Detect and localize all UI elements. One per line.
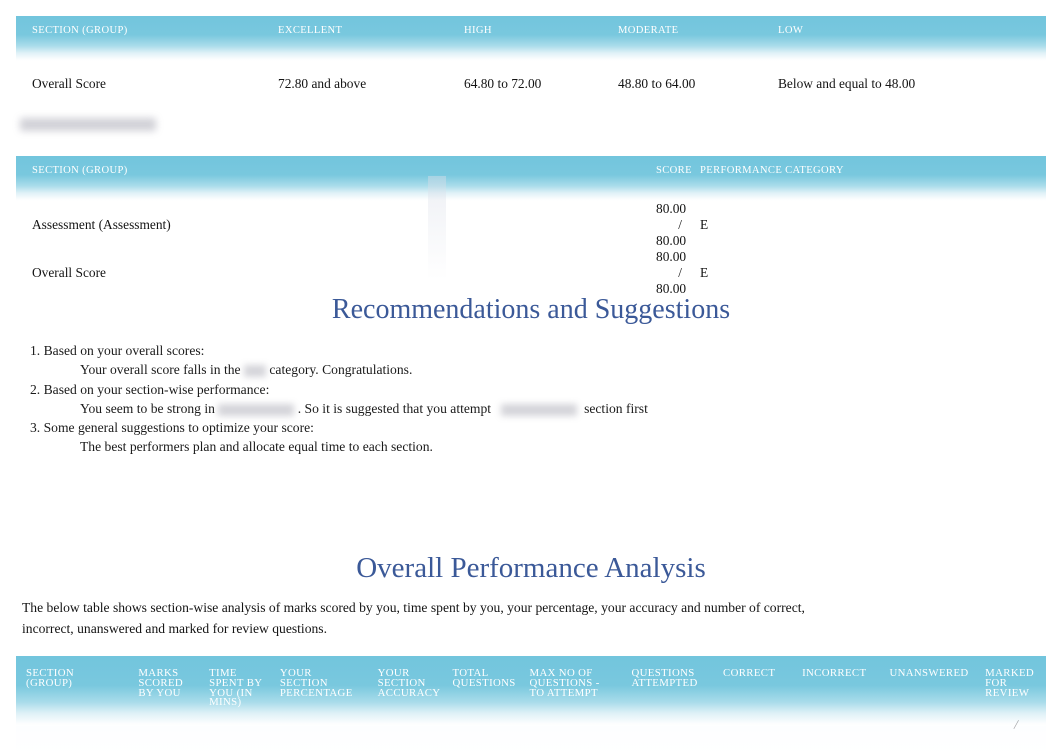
recommendation-heading: 3. Some general suggestions to optimize … (22, 418, 1002, 437)
recommendation-text-after: . So it is suggested that you attempt (297, 400, 492, 416)
col-header-low: LOW (778, 16, 1046, 61)
col-header-incorrect: INCORRECT (792, 656, 880, 727)
col-header-marked-for-review: MARKED FOR REVIEW (975, 656, 1046, 727)
cell-score: 80.00 / 80.00 (656, 201, 692, 249)
cell-section-group: Overall Score (16, 61, 278, 107)
col-header-moderate: MODERATE (618, 16, 778, 61)
cell-excellent: 72.80 and above (278, 61, 464, 107)
col-header-your-section-percentage: YOUR SECTION PERCENTAGE (269, 656, 368, 727)
recommendation-heading-text: Some general suggestions to optimize you… (43, 420, 314, 436)
cell-section-group (16, 726, 129, 751)
section-score-table-header-row: SECTION (GROUP) SCORE PERFORMANCE CATEGO… (16, 156, 1046, 201)
cell-marks-scored-by-you (128, 726, 200, 751)
recommendation-heading: 1. Based on your overall scores: (22, 341, 1002, 360)
page-title-overall-performance-analysis: Overall Performance Analysis (356, 552, 706, 584)
cell-max-no-of-questions-to-attempt (519, 726, 622, 751)
col-header-score: SCORE (656, 156, 692, 201)
redacted-category-value (243, 365, 266, 378)
recommendation-text-tail: section first (584, 400, 648, 416)
cell-score: 80.00 / 80.00 (656, 249, 692, 297)
cell-your-section-percentage (269, 726, 368, 751)
col-header-section-group: SECTION (GROUP) (16, 16, 278, 61)
col-header-time-spent-by-you: TIME SPENT BY YOU (IN MINS) (199, 656, 270, 727)
col-header-your-section-accuracy: YOUR SECTION ACCURACY (367, 656, 443, 727)
redacted-strong-section (218, 403, 295, 416)
table-row: Assessment (Assessment) 80.00 / 80.00 E (16, 201, 1046, 249)
col-header-excellent: EXCELLENT (278, 16, 464, 61)
table-row: Overall Score 72.80 and above 64.80 to 7… (16, 61, 1046, 107)
cell-your-section-accuracy (367, 726, 443, 751)
recommendation-text-before: Your overall score falls in the (80, 362, 241, 378)
cell-time-spent-by-you (199, 726, 270, 751)
recommendation-detail: The best performers plan and allocate eq… (80, 439, 433, 455)
recommendation-heading-text: Based on your section-wise performance: (43, 381, 270, 397)
list-item: 2. Based on your section-wise performanc… (22, 380, 1002, 419)
cell-section-group: Overall Score (16, 249, 656, 297)
list-item: 3. Some general suggestions to optimize … (22, 418, 1002, 457)
recommendation-heading: 2. Based on your section-wise performanc… (22, 380, 1002, 399)
page-title-recommendations: Recommendations and Suggestions (331, 294, 731, 325)
score-band-table: SECTION (GROUP) EXCELLENT HIGH MODERATE … (16, 16, 1046, 107)
col-header-max-no-of-questions-to-attempt: MAX NO OF QUESTIONS - TO ATTEMPT (519, 656, 622, 727)
cell-unanswered (879, 726, 976, 751)
cell-low: Below and equal to 48.00 (778, 61, 1046, 107)
col-header-total-questions: TOTAL QUESTIONS (442, 656, 520, 727)
section-score-table: SECTION (GROUP) SCORE PERFORMANCE CATEGO… (16, 156, 1046, 297)
redacted-section-heading (20, 118, 156, 131)
analysis-table-header-row: SECTION (GROUP) MARKS SCORED BY YOU TIME… (16, 656, 1046, 727)
recommendations-list: 1. Based on your overall scores: Your ov… (22, 341, 1002, 457)
cell-questions-attempted (621, 726, 714, 751)
cell-performance-category: E (692, 249, 1046, 297)
cell-total-questions (442, 726, 520, 751)
col-header-performance-category: PERFORMANCE CATEGORY (692, 156, 1046, 201)
recommendation-text-before: You seem to be strong in (80, 400, 215, 416)
col-header-marks-scored-by-you: MARKS SCORED BY YOU (128, 656, 200, 727)
recommendation-number: 2. (30, 381, 41, 397)
recommendation-heading-text: Based on your overall scores: (43, 343, 205, 358)
report-page: SECTION (GROUP) EXCELLENT HIGH MODERATE … (0, 0, 1062, 751)
recommendation-text-after: category. Congratulations. (269, 362, 413, 378)
col-header-section-group: SECTION (GROUP) (16, 156, 656, 201)
table-row (16, 726, 1046, 751)
recommendation-detail: Your overall score falls in the category… (22, 360, 1002, 379)
table-row: Overall Score 80.00 / 80.00 E (16, 249, 1046, 297)
score-band-table-header-row: SECTION (GROUP) EXCELLENT HIGH MODERATE … (16, 16, 1046, 61)
cell-incorrect (792, 726, 880, 751)
col-header-unanswered: UNANSWERED (879, 656, 976, 727)
col-header-correct: CORRECT (713, 656, 793, 727)
recommendation-number: 1. (30, 343, 41, 358)
col-header-questions-attempted: QUESTIONS ATTEMPTED (621, 656, 714, 727)
recommendation-number: 3. (30, 420, 41, 436)
cell-section-group: Assessment (Assessment) (16, 201, 656, 249)
col-header-high: HIGH (464, 16, 618, 61)
recommendation-detail: You seem to be strong in . So it is sugg… (22, 399, 1002, 418)
cell-performance-category: E (692, 201, 1046, 249)
cell-moderate: 48.80 to 64.00 (618, 61, 778, 107)
cell-marked-for-review (975, 726, 1046, 751)
overall-performance-description: The below table shows section-wise analy… (22, 600, 805, 636)
cell-correct (713, 726, 793, 751)
cell-high: 64.80 to 72.00 (464, 61, 618, 107)
col-header-section-group: SECTION (GROUP) (16, 656, 129, 727)
redacted-attempt-section (501, 403, 578, 416)
list-item: 1. Based on your overall scores: Your ov… (22, 341, 1002, 380)
overall-performance-analysis-table: SECTION (GROUP) MARKS SCORED BY YOU TIME… (16, 656, 1046, 751)
